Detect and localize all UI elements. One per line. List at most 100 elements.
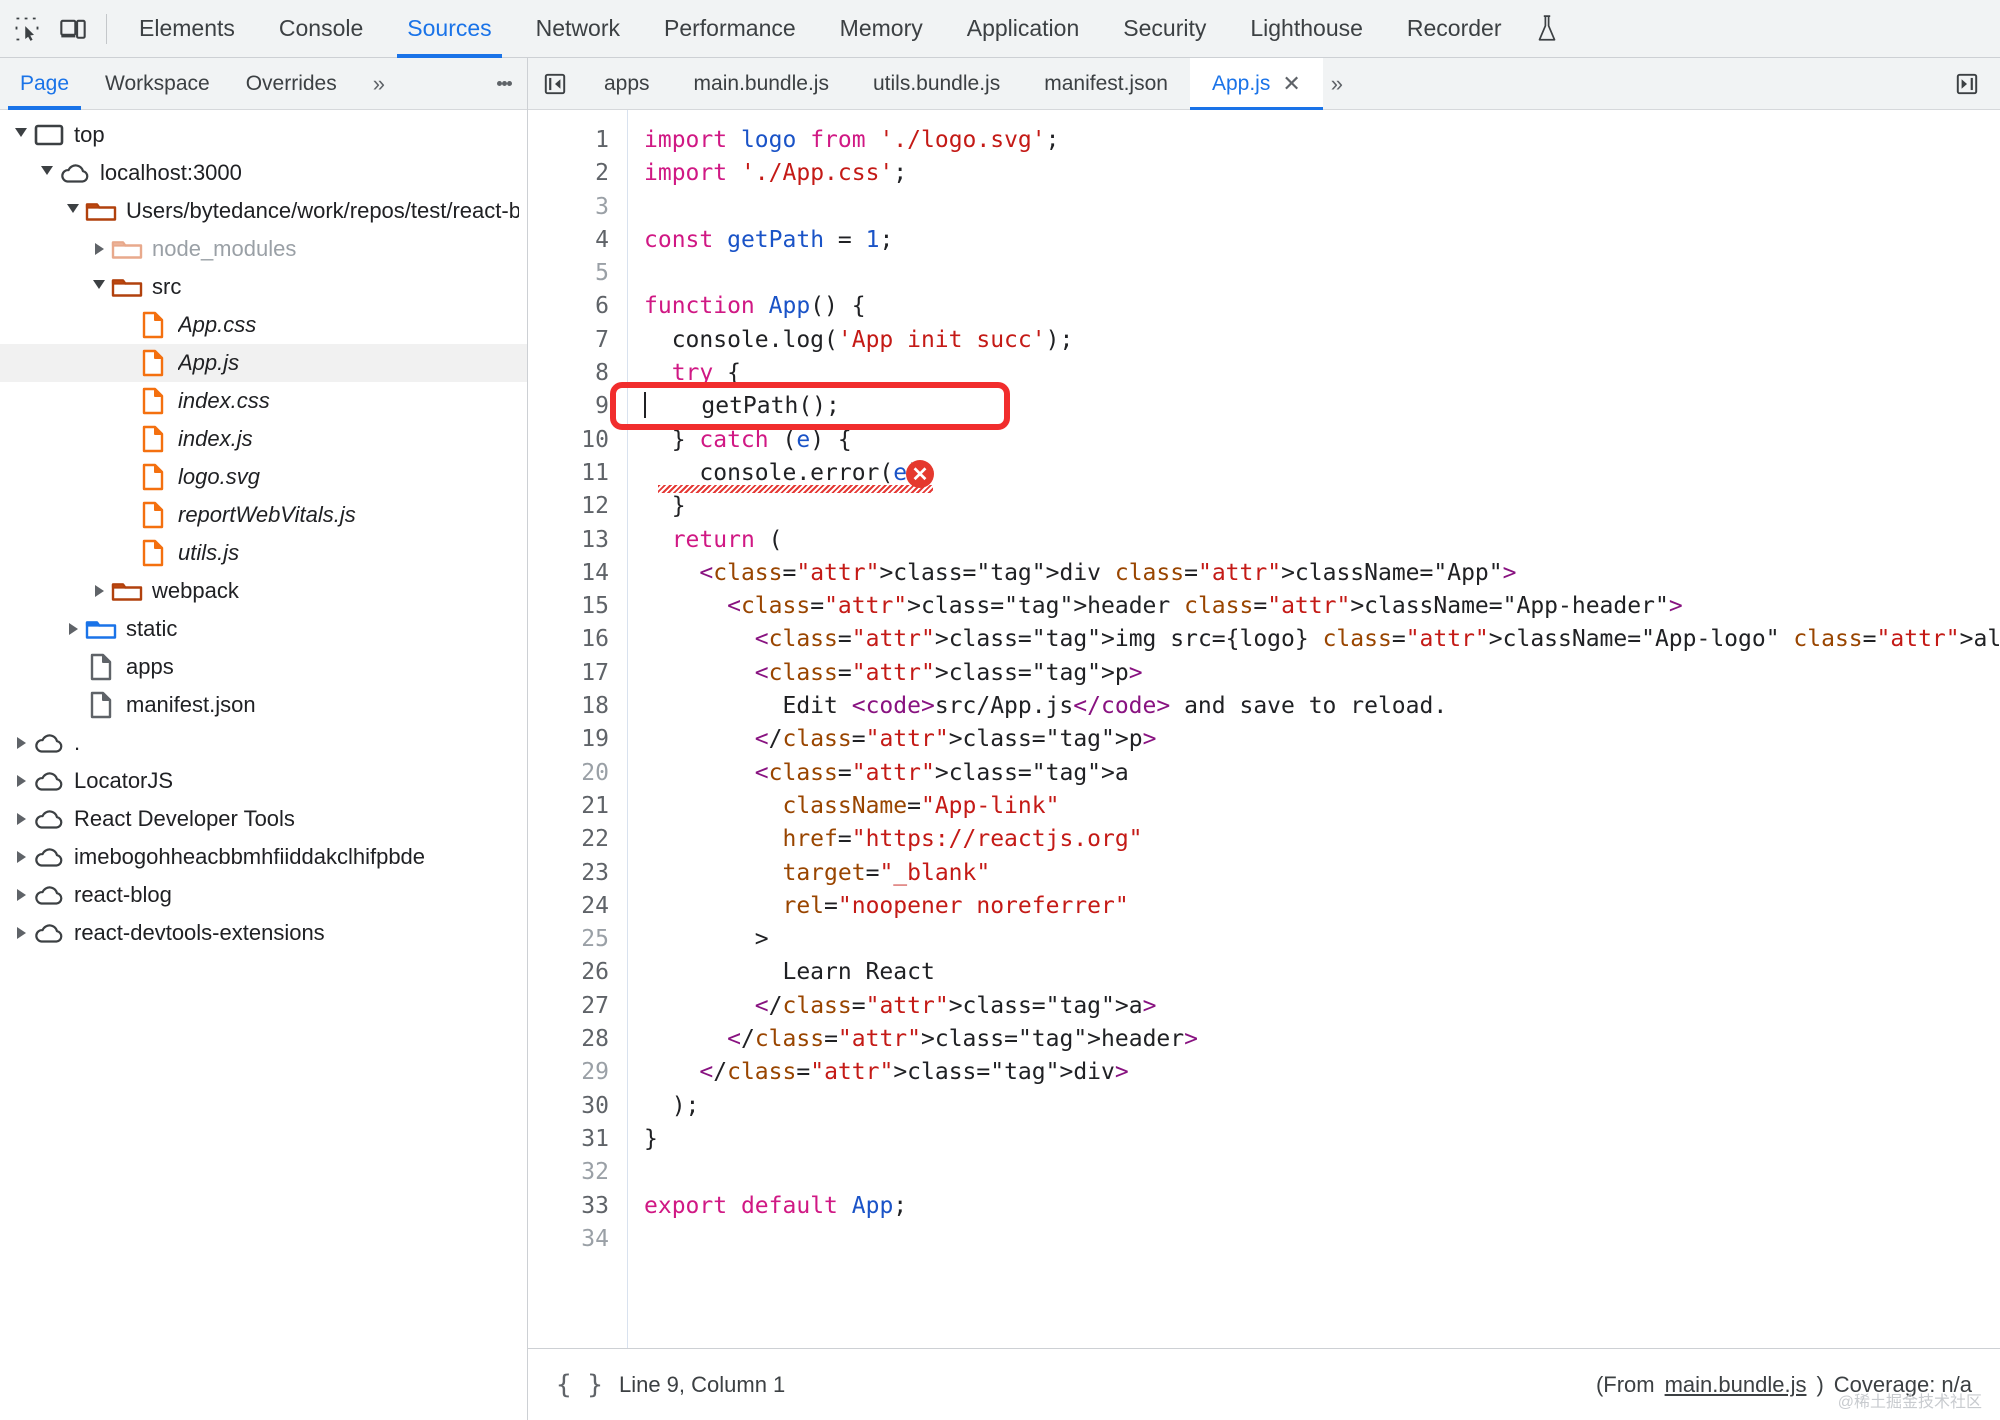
device-toolbar-icon[interactable] — [50, 6, 96, 52]
tree-row-label: imebogohheacbbmhfiiddakclhifpbde — [74, 844, 426, 869]
pretty-print-braces-icon[interactable]: { } — [556, 1370, 603, 1400]
triangle-down-icon[interactable] — [10, 127, 32, 143]
navtab-page[interactable]: Page — [2, 58, 87, 110]
navtab-more-button[interactable]: » — [355, 58, 400, 110]
tree-row[interactable]: src — [0, 268, 527, 306]
tab-sources[interactable]: Sources — [385, 0, 513, 58]
filetab-utils-bundle-js[interactable]: utils.bundle.js — [851, 58, 1022, 110]
tree-row[interactable]: logo.svg — [0, 458, 527, 496]
line-number: 34 — [581, 1225, 609, 1252]
line-number: 3 — [595, 193, 609, 220]
line-number: 32 — [581, 1159, 609, 1186]
tree-row[interactable]: React Developer Tools — [0, 800, 527, 838]
triangle-right-icon[interactable] — [88, 585, 110, 597]
line-number: 20 — [581, 759, 609, 786]
navigate-back-icon[interactable] — [528, 71, 582, 97]
line-number: 2 — [595, 160, 609, 187]
tab-console[interactable]: Console — [257, 0, 385, 58]
line-number: 30 — [581, 1092, 609, 1119]
code-line: } catch (e) { — [644, 426, 852, 453]
tree-row[interactable]: static — [0, 610, 527, 648]
tree-row-label: index.css — [178, 388, 270, 413]
tab-application[interactable]: Application — [945, 0, 1102, 58]
navtab-workspace[interactable]: Workspace — [87, 58, 228, 110]
cloud-icon — [58, 161, 92, 185]
filetab-main-bundle-js[interactable]: main.bundle.js — [672, 58, 851, 110]
inspect-element-icon[interactable] — [4, 6, 50, 52]
tab-security[interactable]: Security — [1101, 0, 1228, 58]
tree-row[interactable]: imebogohheacbbmhfiiddakclhifpbde — [0, 838, 527, 876]
line-number: 33 — [581, 1192, 609, 1219]
tab-lighthouse[interactable]: Lighthouse — [1228, 0, 1385, 58]
triangle-down-icon[interactable] — [62, 203, 84, 219]
tree-row[interactable]: . — [0, 724, 527, 762]
code-line: Learn React — [644, 959, 935, 986]
tree-row[interactable]: manifest.json — [0, 686, 527, 724]
tree-row-label: reportWebVitals.js — [178, 502, 356, 527]
folder-orange-icon — [84, 199, 118, 223]
triangle-right-icon[interactable] — [10, 851, 32, 863]
error-x-icon: ✕ — [906, 460, 934, 488]
tab-performance[interactable]: Performance — [642, 0, 818, 58]
tree-row[interactable]: LocatorJS — [0, 762, 527, 800]
tree-row[interactable]: App.js — [0, 344, 527, 382]
file-gray-icon — [84, 653, 118, 681]
filetab-label: apps — [604, 71, 650, 95]
tree-row[interactable]: top — [0, 116, 527, 154]
tree-row[interactable]: react-devtools-extensions — [0, 914, 527, 952]
triangle-right-icon[interactable] — [88, 243, 110, 255]
triangle-down-icon[interactable] — [36, 165, 58, 181]
tree-row[interactable]: localhost:3000 — [0, 154, 527, 192]
line-number: 15 — [581, 593, 609, 620]
triangle-down-icon[interactable] — [88, 279, 110, 295]
line-number: 18 — [581, 693, 609, 720]
triangle-right-icon[interactable] — [10, 889, 32, 901]
navtab-overrides[interactable]: Overrides — [228, 58, 355, 110]
tree-row[interactable]: react-blog — [0, 876, 527, 914]
editor-pane: apps main.bundle.js utils.bundle.js mani… — [528, 57, 2000, 1420]
devtools-panel-tabbar: Elements Console Sources Network Perform… — [0, 0, 2000, 58]
line-number: 16 — [581, 626, 609, 653]
triangle-right-icon[interactable] — [10, 927, 32, 939]
tree-row[interactable]: Users/bytedance/work/repos/test/react-b — [0, 192, 527, 230]
tree-row[interactable]: utils.js — [0, 534, 527, 572]
close-icon[interactable]: ✕ — [1282, 71, 1300, 97]
tab-network[interactable]: Network — [514, 0, 642, 58]
triangle-right-icon[interactable] — [10, 775, 32, 787]
tree-row[interactable]: App.css — [0, 306, 527, 344]
tab-elements[interactable]: Elements — [117, 0, 257, 58]
tree-row[interactable]: index.css — [0, 382, 527, 420]
tree-row[interactable]: reportWebVitals.js — [0, 496, 527, 534]
tree-row[interactable]: node_modules — [0, 230, 527, 268]
more-options-kebab-icon[interactable] — [481, 79, 527, 89]
triangle-right-icon[interactable] — [62, 623, 84, 635]
tree-row-label: App.css — [178, 312, 257, 337]
filetab-app-js[interactable]: App.js ✕ — [1189, 57, 1323, 110]
tree-row[interactable]: webpack — [0, 572, 527, 610]
from-file-link[interactable]: main.bundle.js — [1665, 1372, 1807, 1398]
line-number: 4 — [595, 226, 609, 253]
code-line: getPath(); — [644, 392, 840, 420]
filetab-manifest-json[interactable]: manifest.json — [1022, 58, 1190, 110]
code-line: console.error(e); — [644, 459, 934, 486]
code-line: </class="attr">class="tag">a> — [754, 992, 1157, 1019]
tree-row[interactable]: index.js — [0, 420, 527, 458]
tree-row[interactable]: apps — [0, 648, 527, 686]
dock-side-icon[interactable] — [1940, 71, 1994, 97]
filetab-apps[interactable]: apps — [582, 58, 672, 110]
chevron-double-right-icon[interactable]: » — [1323, 71, 1348, 97]
source-code[interactable]: import logo from './logo.svg'; import './… — [628, 110, 2000, 1348]
line-number: 11 — [581, 459, 609, 486]
code-editor[interactable]: 1 2 3 4 5 6 7 8 9 10 11 12 13 14 15 16 17 18 19 20 21 22 23 24 2… — [528, 110, 2000, 1348]
from-suffix: ) — [1816, 1371, 1824, 1397]
tab-memory[interactable]: Memory — [818, 0, 945, 58]
code-line: Edit <code>src/App.js</code> and save to… — [644, 693, 1448, 720]
triangle-right-icon[interactable] — [10, 737, 32, 749]
triangle-right-icon[interactable] — [10, 813, 32, 825]
line-number: 29 — [581, 1059, 609, 1086]
code-line: console.log('App init succ'); — [644, 326, 1074, 353]
line-number: 10 — [581, 426, 609, 453]
tab-recorder[interactable]: Recorder — [1385, 0, 1524, 58]
